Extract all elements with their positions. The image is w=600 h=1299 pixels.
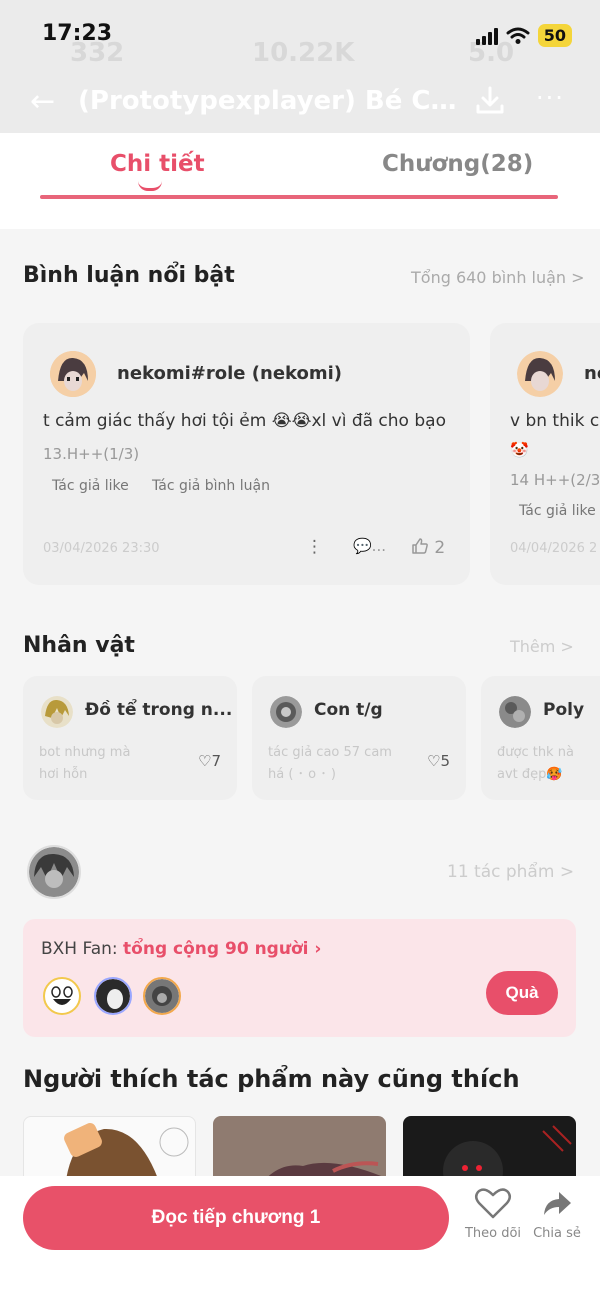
character-likes[interactable]: ♡7 xyxy=(198,752,221,770)
like-button[interactable]: 2 xyxy=(411,537,445,558)
heart-icon: ♡ xyxy=(198,752,212,770)
comment-text: t cảm giác thấy hơi tội ẻm 😭😭xl vì đã ch… xyxy=(43,411,446,431)
fan-avatar[interactable] xyxy=(94,977,132,1015)
follow-button[interactable]: Theo dõi xyxy=(463,1186,523,1241)
author-like-tag: Tác giả like xyxy=(52,478,129,494)
nav-bar: ← (Prototypexplayer) Bé Con... ··· xyxy=(0,80,600,124)
comment-emoji: 🤡 xyxy=(510,441,529,459)
character-card[interactable]: Poly được thk nà avt đẹp🥵 xyxy=(481,676,600,800)
character-avatar xyxy=(41,696,73,728)
like-count: 2 xyxy=(434,538,446,558)
heart-icon xyxy=(475,1188,511,1219)
character-desc: bot nhưng mà hơi hỗn xyxy=(39,745,131,782)
character-desc: được thk nà avt đẹp🥵 xyxy=(497,745,574,782)
comment-username[interactable]: nekomi#role (nekomi) xyxy=(117,363,342,384)
fan-count[interactable]: tổng cộng 90 người › xyxy=(123,939,321,959)
follow-label: Theo dõi xyxy=(464,1226,522,1241)
comment-date: 03/04/2026 23:30 xyxy=(43,541,160,556)
status-time: 17:23 xyxy=(42,21,113,46)
comment-card[interactable]: nekomi#role (nekomi) v bn thik chơi 🤡 14… xyxy=(490,323,600,585)
header-area: 332 10.22K 5.0 17:23 50 ← (Prototypexpla… xyxy=(0,0,600,133)
character-card[interactable]: Đồ tể trong n... bot nhưng mà hơi hỗn ♡7 xyxy=(23,676,237,800)
character-card[interactable]: Con t/g tác giả cao 57 cam há ( ･ o ･ ) ♡… xyxy=(252,676,466,800)
heart-icon: ♡ xyxy=(427,752,441,770)
characters-section-title: Nhân vật xyxy=(23,633,135,658)
tab-bar: Chi tiết Chương(28) xyxy=(0,133,600,229)
download-icon[interactable] xyxy=(474,84,506,116)
tab-details[interactable]: Chi tiết xyxy=(110,151,205,177)
reply-icon[interactable]: 💬... xyxy=(353,537,386,555)
share-arrow-icon xyxy=(544,1192,571,1215)
author-works-link[interactable]: 11 tác phẩm > xyxy=(447,862,574,882)
back-arrow-icon[interactable]: ← xyxy=(30,84,55,119)
character-name: Đồ tể trong n... xyxy=(85,700,233,720)
stat-reads: 10.22K xyxy=(252,38,355,68)
signal-icon xyxy=(475,27,498,45)
more-options-icon[interactable]: ··· xyxy=(536,84,565,112)
fan-avatar[interactable] xyxy=(43,977,81,1015)
tab-chapters[interactable]: Chương(28) xyxy=(382,151,533,177)
all-comments-link[interactable]: Tổng 640 bình luận > xyxy=(411,268,585,287)
character-avatar xyxy=(270,696,302,728)
comment-date: 04/04/2026 2 xyxy=(510,541,598,556)
fan-avatar[interactable] xyxy=(143,977,181,1015)
continue-reading-button[interactable]: Đọc tiếp chương 1 xyxy=(23,1186,449,1250)
battery-indicator: 50 xyxy=(537,24,572,47)
more-characters-link[interactable]: Thêm > xyxy=(510,637,574,656)
character-likes[interactable]: ♡5 xyxy=(427,752,450,770)
wifi-icon xyxy=(506,27,530,44)
author-avatar[interactable] xyxy=(27,845,81,899)
author-reply-tag: Tác giả bình luận xyxy=(152,478,270,494)
share-label: Chia sẻ xyxy=(533,1226,581,1241)
comment-card[interactable]: nekomi#role (nekomi) t cảm giác thấy hơi… xyxy=(23,323,470,585)
comments-section-title: Bình luận nổi bật xyxy=(23,263,235,288)
recommend-section-title: Người thích tác phẩm này cũng thích xyxy=(23,1065,520,1093)
fan-ranking-label: BXH Fan: tổng cộng 90 người › xyxy=(41,939,322,959)
comment-username[interactable]: nekomi#role (nekomi) xyxy=(584,363,600,384)
comment-chapter-ref: 14 H++(2/3) xyxy=(510,471,600,489)
share-button[interactable]: Chia sẻ xyxy=(530,1186,584,1241)
status-icons: 50 xyxy=(475,24,572,47)
avatar[interactable] xyxy=(50,351,96,397)
comment-text: v bn thik chơi xyxy=(510,411,600,431)
avatar[interactable] xyxy=(517,351,563,397)
character-desc: tác giả cao 57 cam há ( ･ o ･ ) xyxy=(268,745,392,782)
bottom-action-bar: Đọc tiếp chương 1 Theo dõi Chia sẻ xyxy=(0,1176,600,1299)
character-avatar xyxy=(499,696,531,728)
thumbs-up-icon xyxy=(412,538,428,554)
character-name: Con t/g xyxy=(314,700,383,720)
story-title: (Prototypexplayer) Bé Con... xyxy=(78,86,468,116)
comment-menu-icon[interactable]: ⋮ xyxy=(306,537,323,557)
fan-ranking-box[interactable]: BXH Fan: tổng cộng 90 người › Quà xyxy=(23,919,576,1037)
author-like-tag: Tác giả like xyxy=(519,503,596,519)
gift-button[interactable]: Quà xyxy=(486,971,558,1015)
character-name: Poly xyxy=(543,700,585,720)
active-tab-indicator xyxy=(138,181,162,191)
tab-underline xyxy=(40,195,558,199)
comment-chapter-ref: 13.H++(1/3) xyxy=(43,445,140,463)
